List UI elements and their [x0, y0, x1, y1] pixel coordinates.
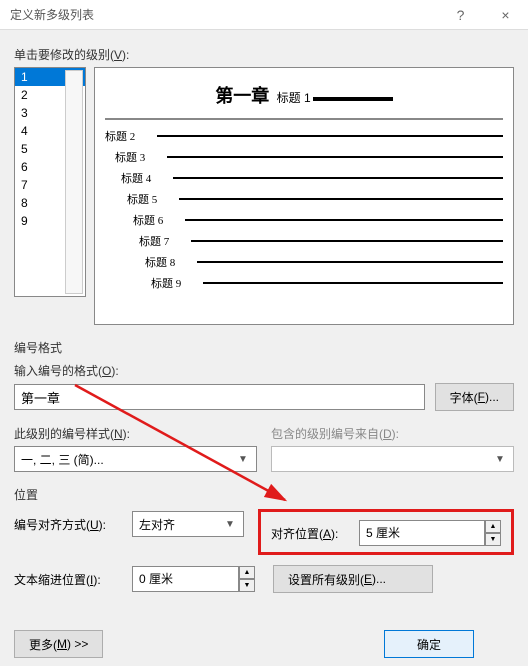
- ok-button[interactable]: 确定: [384, 630, 474, 658]
- spin-down-icon[interactable]: ▼: [239, 579, 255, 592]
- dialog-content: 单击要修改的级别(V): 1 2 3 4 5 6 7 8 9 第一章 标题 1 …: [0, 30, 528, 603]
- level-item-9[interactable]: 9: [15, 212, 85, 230]
- spin-up-icon[interactable]: ▲: [239, 566, 255, 579]
- level-item-8[interactable]: 8: [15, 194, 85, 212]
- section-position: 位置: [14, 486, 514, 503]
- chevron-down-icon: ▼: [234, 454, 252, 465]
- include-level-combo: ▼: [271, 446, 514, 472]
- help-button[interactable]: ?: [438, 0, 483, 30]
- set-all-levels-button[interactable]: 设置所有级别(E)...: [273, 565, 433, 593]
- level-item-7[interactable]: 7: [15, 176, 85, 194]
- section-number-format: 编号格式: [14, 339, 514, 356]
- spin-up-icon[interactable]: ▲: [485, 520, 501, 533]
- level-label: 单击要修改的级别(V):: [14, 46, 514, 63]
- level-item-3[interactable]: 3: [15, 104, 85, 122]
- chevron-down-icon: ▼: [491, 454, 509, 465]
- text-indent-label: 文本缩进位置(I):: [14, 571, 124, 588]
- level-item-5[interactable]: 5: [15, 140, 85, 158]
- level-item-2[interactable]: 2: [15, 86, 85, 104]
- chevron-down-icon: ▼: [221, 519, 239, 530]
- titlebar: 定义新多级列表 ? ×: [0, 0, 528, 30]
- number-style-label: 此级别的编号样式(N):: [14, 425, 257, 442]
- preview-title-sub: 标题 1: [277, 91, 311, 105]
- include-level-label: 包含的级别编号来自(D):: [271, 425, 514, 442]
- number-align-combo[interactable]: 左对齐▼: [132, 511, 244, 537]
- number-style-combo[interactable]: 一, 二, 三 (简)...▼: [14, 446, 257, 472]
- number-format-input[interactable]: [14, 384, 425, 410]
- window-title: 定义新多级列表: [10, 6, 438, 23]
- align-position-spinner[interactable]: 5 厘米 ▲▼: [359, 520, 501, 546]
- align-position-label: 对齐位置(A):: [271, 525, 351, 542]
- align-position-highlight: 对齐位置(A): 5 厘米 ▲▼: [258, 509, 514, 555]
- level-item-1[interactable]: 1: [15, 68, 85, 86]
- number-format-label: 输入编号的格式(O):: [14, 362, 514, 379]
- level-item-4[interactable]: 4: [15, 122, 85, 140]
- font-button[interactable]: 字体(F)...: [435, 383, 514, 411]
- more-button[interactable]: 更多(M) >>: [14, 630, 103, 658]
- preview-title-main: 第一章: [215, 86, 269, 106]
- text-indent-spinner[interactable]: 0 厘米 ▲▼: [132, 566, 255, 592]
- preview-pane: 第一章 标题 1 标题 2 标题 3 标题 4 标题 5 标题 6 标题 7 标…: [94, 67, 514, 325]
- close-button[interactable]: ×: [483, 0, 528, 30]
- level-item-6[interactable]: 6: [15, 158, 85, 176]
- spin-down-icon[interactable]: ▼: [485, 533, 501, 546]
- number-align-label: 编号对齐方式(U):: [14, 516, 124, 533]
- level-listbox[interactable]: 1 2 3 4 5 6 7 8 9: [14, 67, 86, 297]
